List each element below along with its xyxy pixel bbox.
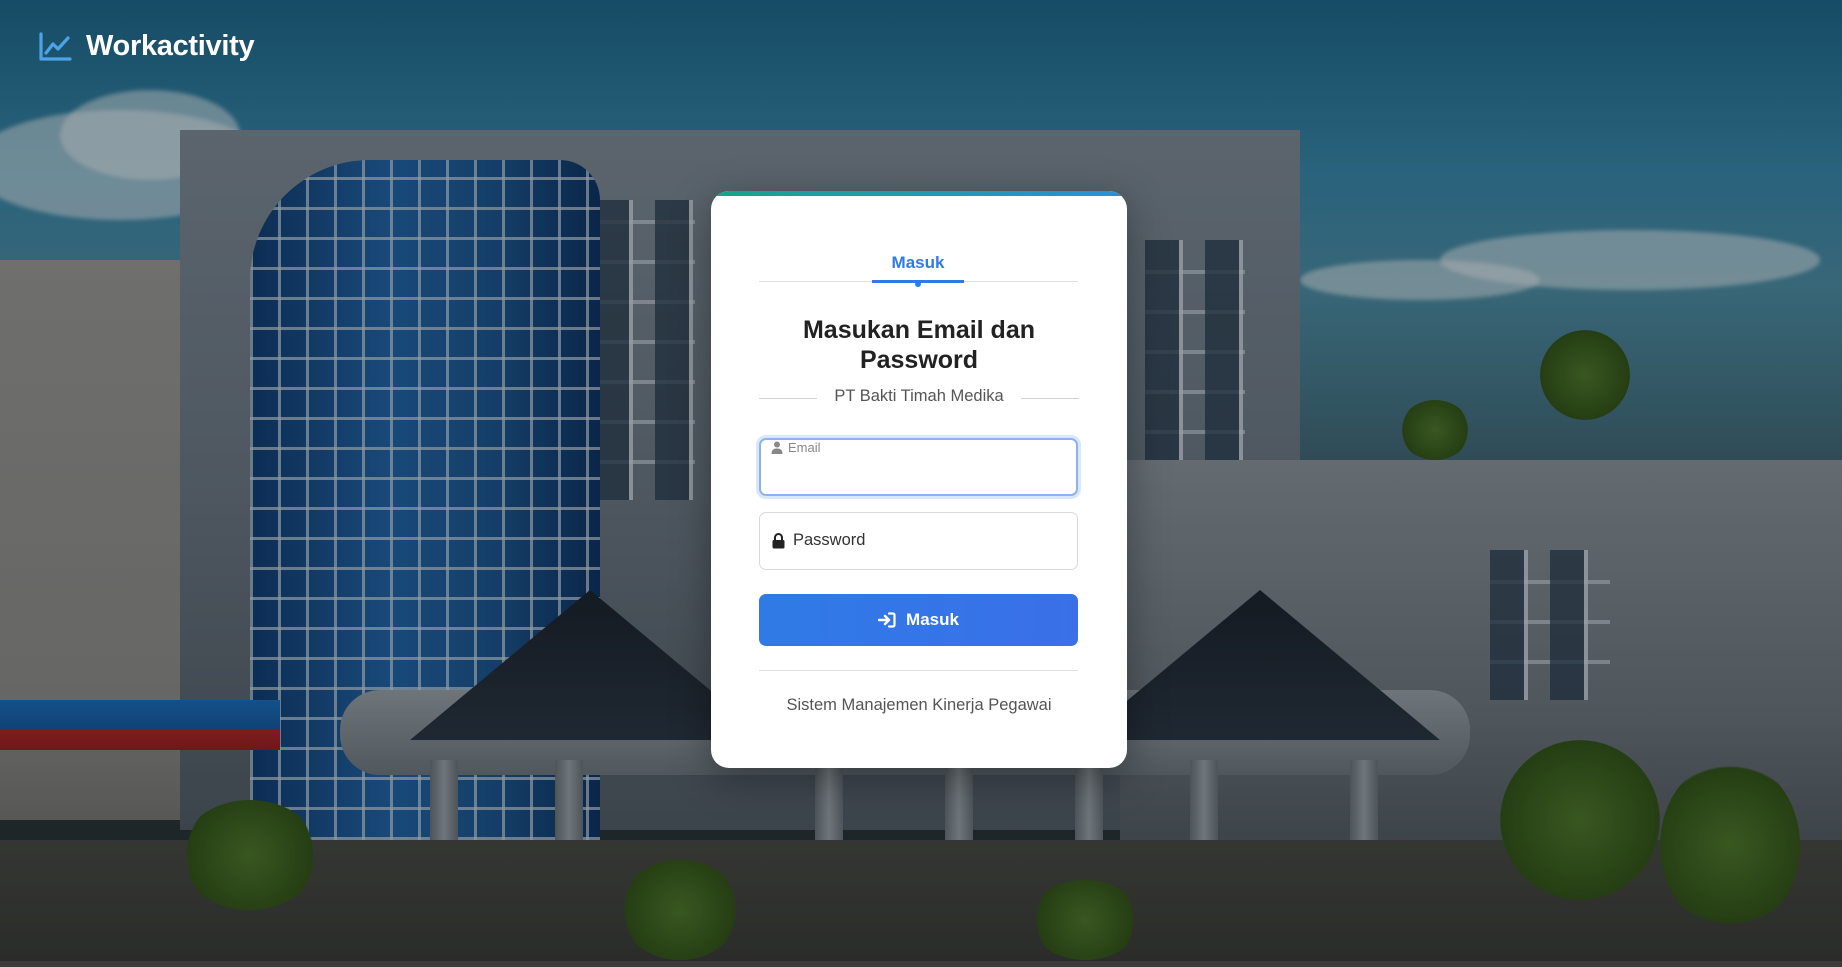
user-icon <box>771 441 783 454</box>
divider-right <box>1021 398 1079 399</box>
tab-active-dot <box>915 281 921 287</box>
tab-bar: Masuk <box>759 253 1078 287</box>
card-accent-bar <box>711 191 1127 196</box>
email-label-wrap: Email <box>771 440 821 455</box>
footer-divider <box>759 670 1078 671</box>
login-card: Masuk Masukan Email dan Password PT Bakt… <box>711 191 1127 768</box>
email-input[interactable] <box>771 462 1066 488</box>
login-button-label: Masuk <box>906 610 959 629</box>
password-placeholder: Password <box>793 531 866 549</box>
brand: Workactivity <box>38 30 255 63</box>
company-name: PT Bakti Timah Medika <box>834 387 1004 405</box>
line-chart-icon <box>39 31 72 61</box>
tab-masuk[interactable]: Masuk <box>872 253 964 281</box>
login-page: Workactivity Masuk Masukan Email dan Pas… <box>0 0 1842 961</box>
company-row: PT Bakti Timah Medika <box>759 387 1079 409</box>
login-button[interactable]: Masuk <box>759 594 1078 646</box>
email-label: Email <box>788 440 821 455</box>
password-content: Password <box>772 531 865 550</box>
lock-icon <box>772 532 785 548</box>
brand-name: Workactivity <box>86 30 255 62</box>
login-heading: Masukan Email dan Password <box>802 316 1036 374</box>
window-bottom-edge <box>0 961 1842 967</box>
password-field[interactable]: Password <box>759 512 1078 570</box>
sign-in-icon <box>878 612 896 628</box>
email-field[interactable]: Email <box>759 438 1078 496</box>
footer-text: Sistem Manajemen Kinerja Pegawai <box>786 696 1052 714</box>
